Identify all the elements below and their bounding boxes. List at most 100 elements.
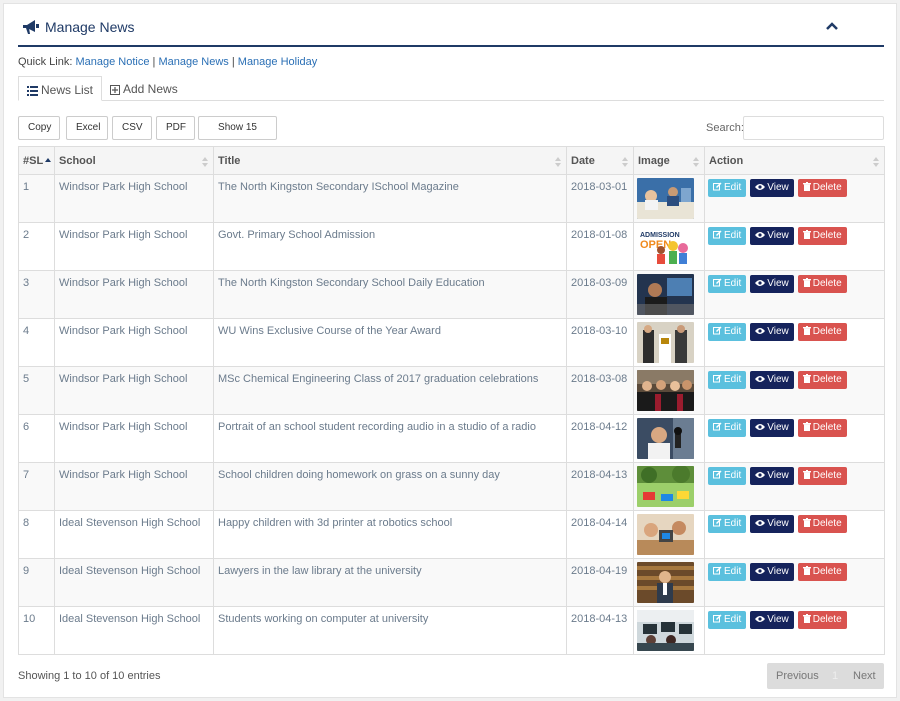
- copy-button[interactable]: Copy: [18, 116, 60, 140]
- computer-lab-photo[interactable]: [637, 610, 694, 651]
- view-button[interactable]: View: [750, 467, 794, 485]
- sort-icon: [693, 157, 699, 167]
- cell-sl: 7: [18, 462, 55, 511]
- edit-icon: [713, 374, 722, 383]
- delete-button[interactable]: Delete: [797, 371, 847, 389]
- delete-button[interactable]: Delete: [797, 419, 847, 437]
- collapse-chevron-up-icon[interactable]: [824, 18, 840, 34]
- edit-button[interactable]: Edit: [708, 371, 747, 389]
- eye-icon: [755, 472, 766, 478]
- edit-button[interactable]: Edit: [708, 275, 747, 293]
- cell-date: 2018-03-09: [566, 270, 634, 319]
- cell-action: Edit View Delete: [704, 414, 885, 463]
- col-image[interactable]: Image: [633, 146, 705, 175]
- cell-sl: 3: [18, 270, 55, 319]
- edit-button[interactable]: Edit: [708, 467, 747, 485]
- trash-icon: [802, 614, 811, 623]
- award-photo[interactable]: [637, 322, 694, 363]
- edit-button[interactable]: Edit: [708, 419, 747, 437]
- eye-icon: [755, 184, 766, 190]
- cell-action: Edit View Delete: [704, 510, 885, 559]
- delete-button[interactable]: Delete: [797, 179, 847, 197]
- cell-title: The North Kingston Secondary School Dail…: [213, 270, 567, 319]
- delete-button[interactable]: Delete: [797, 275, 847, 293]
- list-icon: [27, 86, 38, 96]
- eye-icon: [755, 616, 766, 622]
- edit-button[interactable]: Edit: [708, 179, 747, 197]
- view-button[interactable]: View: [750, 419, 794, 437]
- search-label: Search:: [706, 122, 744, 134]
- sort-asc-icon: [45, 158, 51, 162]
- plus-square-icon: [110, 85, 120, 95]
- delete-button[interactable]: Delete: [797, 563, 847, 581]
- cell-sl: 4: [18, 318, 55, 367]
- tab-news-list[interactable]: News List: [18, 76, 103, 101]
- cell-title: WU Wins Exclusive Course of the Year Awa…: [213, 318, 567, 367]
- delete-button[interactable]: Delete: [797, 467, 847, 485]
- robotics-photo[interactable]: [637, 514, 694, 555]
- link-manage-holiday[interactable]: Manage Holiday: [238, 56, 318, 68]
- quick-links: Quick Link: Manage Notice | Manage News …: [18, 56, 317, 68]
- next-button[interactable]: Next: [853, 670, 876, 682]
- view-button[interactable]: View: [750, 371, 794, 389]
- edit-icon: [713, 470, 722, 479]
- edit-button[interactable]: Edit: [708, 563, 747, 581]
- edit-button[interactable]: Edit: [708, 515, 747, 533]
- table-row: 5 Windsor Park High School MSc Chemical En…: [18, 366, 885, 415]
- delete-button[interactable]: Delete: [797, 515, 847, 533]
- view-button[interactable]: View: [750, 611, 794, 629]
- graduation-photo[interactable]: [637, 370, 694, 411]
- col-title[interactable]: Title: [213, 146, 567, 175]
- pdf-button[interactable]: PDF: [156, 116, 195, 140]
- view-button[interactable]: View: [750, 515, 794, 533]
- cell-school: Windsor Park High School: [54, 174, 214, 223]
- link-manage-news[interactable]: Manage News: [158, 56, 228, 68]
- cell-school: Ideal Stevenson High School: [54, 606, 214, 655]
- edit-icon: [713, 326, 722, 335]
- view-button[interactable]: View: [750, 563, 794, 581]
- col-sl[interactable]: #SL: [18, 146, 55, 175]
- eye-icon: [755, 280, 766, 286]
- col-action[interactable]: Action: [704, 146, 885, 175]
- view-button[interactable]: View: [750, 227, 794, 245]
- admission-open-graphic[interactable]: ADMISSIONOPEN: [637, 226, 694, 267]
- delete-button[interactable]: Delete: [797, 611, 847, 629]
- cell-action: Edit View Delete: [704, 222, 885, 271]
- sort-icon: [555, 157, 561, 167]
- table-row: 3 Windsor Park High School The North Kings…: [18, 270, 885, 319]
- page-1-button[interactable]: 1: [832, 670, 838, 682]
- students-desk-photo[interactable]: [637, 274, 694, 315]
- cell-title: Lawyers in the law library at the univer…: [213, 558, 567, 607]
- col-date[interactable]: Date: [566, 146, 634, 175]
- view-button[interactable]: View: [750, 323, 794, 341]
- table-row: 2 Windsor Park High School Govt. Primary S…: [18, 222, 885, 271]
- show-rows-button[interactable]: Show 15 rows: [198, 116, 277, 155]
- table-row: 7 Windsor Park High School School children…: [18, 462, 885, 511]
- grass-photo[interactable]: [637, 466, 694, 507]
- cell-school: Windsor Park High School: [54, 414, 214, 463]
- quick-link-label: Quick Link:: [18, 56, 73, 68]
- previous-button[interactable]: Previous: [776, 670, 819, 682]
- col-school[interactable]: School: [54, 146, 214, 175]
- view-button[interactable]: View: [750, 275, 794, 293]
- search-input[interactable]: [743, 116, 884, 140]
- excel-button[interactable]: Excel: [66, 116, 108, 140]
- delete-button[interactable]: Delete: [797, 323, 847, 341]
- csv-button[interactable]: CSV: [112, 116, 152, 140]
- cell-title: Govt. Primary School Admission: [213, 222, 567, 271]
- link-manage-notice[interactable]: Manage Notice: [75, 56, 149, 68]
- edit-button[interactable]: Edit: [708, 611, 747, 629]
- cell-image: [633, 558, 705, 607]
- cell-action: Edit View Delete: [704, 558, 885, 607]
- delete-button[interactable]: Delete: [797, 227, 847, 245]
- studio-photo[interactable]: [637, 418, 694, 459]
- classroom-photo[interactable]: [637, 178, 694, 219]
- tab-add-news[interactable]: Add News: [102, 76, 186, 101]
- library-photo[interactable]: [637, 562, 694, 603]
- view-button[interactable]: View: [750, 179, 794, 197]
- cell-image: ADMISSION OPEN: [633, 222, 705, 271]
- edit-button[interactable]: Edit: [708, 323, 747, 341]
- edit-button[interactable]: Edit: [708, 227, 747, 245]
- cell-sl: 5: [18, 366, 55, 415]
- cell-action: Edit View Delete: [704, 174, 885, 223]
